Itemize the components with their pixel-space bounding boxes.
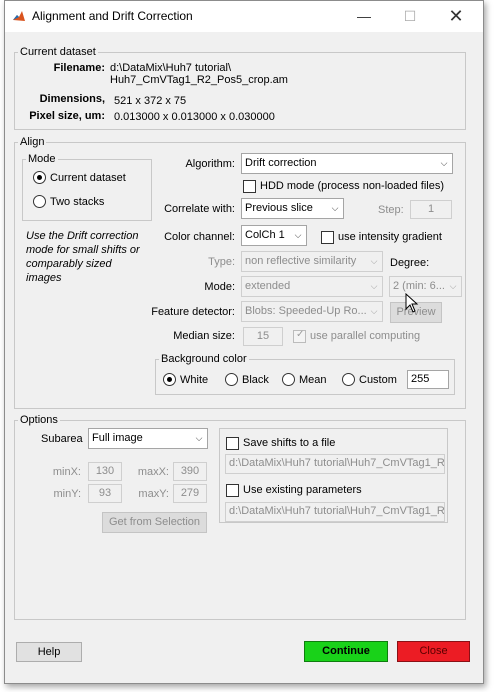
chevron-down-icon: ⌵	[370, 306, 378, 316]
options-heading: Options	[18, 414, 60, 426]
bg-custom-label: Custom	[359, 374, 397, 386]
correlate-value: Previous slice	[245, 202, 313, 214]
maxy-label: maxY:	[138, 488, 169, 500]
filename-label: Filename:	[53, 62, 105, 74]
miny-input[interactable]: 93	[88, 484, 122, 503]
chevron-down-icon: ⌵	[294, 230, 302, 240]
dimensions-value: 521 x 372 x 75	[114, 95, 187, 107]
hint-line-3: comparably sized	[26, 258, 112, 270]
dimensions-label: Dimensions,	[39, 93, 105, 105]
chevron-down-icon: ⌵	[449, 281, 457, 291]
step-input[interactable]: 1	[410, 200, 452, 219]
bg-mean-label: Mean	[299, 374, 327, 386]
feature-detector-value: Blobs: Speeded-Up Ro...	[245, 305, 367, 317]
hint-line-1: Use the Drift correction	[26, 230, 139, 242]
bg-white-label: White	[180, 374, 209, 386]
mode-two-stacks-radio[interactable]	[33, 195, 46, 208]
intensity-gradient-checkbox[interactable]	[321, 231, 334, 244]
feature-detector-dropdown[interactable]: Blobs: Speeded-Up Ro... ⌵	[241, 301, 383, 322]
hint-line-2: mode for small shifts or	[26, 244, 140, 256]
type-value: non reflective similarity	[245, 255, 357, 267]
chevron-down-icon: ⌵	[370, 256, 378, 266]
subarea-label: Subarea	[41, 433, 83, 445]
background-color-heading: Background color	[159, 353, 249, 365]
pixel-size-value: 0.013000 x 0.013000 x 0.030000	[114, 111, 275, 123]
maximize-button[interactable]: ☐	[387, 1, 433, 32]
subarea-value: Full image	[92, 432, 143, 444]
parallel-computing-label: use parallel computing	[310, 330, 421, 342]
maxx-input[interactable]: 390	[173, 462, 207, 481]
maxy-input[interactable]: 279	[173, 484, 207, 503]
mode-current-dataset-label: Current dataset	[50, 172, 126, 184]
save-shifts-checkbox[interactable]	[226, 437, 239, 450]
intensity-gradient-label: use intensity gradient	[338, 231, 442, 243]
mode-two-stacks-label: Two stacks	[50, 196, 105, 208]
matlab-icon	[12, 9, 26, 23]
bg-mean-radio[interactable]	[282, 373, 295, 386]
mouse-pointer-icon	[405, 293, 419, 313]
minx-input[interactable]: 130	[88, 462, 122, 481]
current-dataset-heading: Current dataset	[18, 46, 98, 58]
miny-label: minY:	[53, 488, 81, 500]
hdd-mode-checkbox[interactable]	[243, 180, 256, 193]
align-mode-value: extended	[245, 280, 291, 292]
minimize-button[interactable]: —	[341, 1, 387, 32]
feature-detector-label: Feature detector:	[151, 306, 235, 318]
help-button[interactable]: Help	[16, 642, 82, 662]
median-size-input[interactable]: 15	[243, 327, 283, 346]
subarea-dropdown[interactable]: Full image ⌵	[88, 428, 208, 449]
maxx-label: maxX:	[137, 466, 169, 478]
degree-label: Degree:	[390, 257, 430, 269]
window-title: Alignment and Drift Correction	[32, 9, 193, 23]
correlate-dropdown[interactable]: Previous slice ⌵	[241, 198, 344, 219]
bg-black-label: Black	[242, 374, 269, 386]
type-dropdown[interactable]: non reflective similarity ⌵	[241, 251, 383, 272]
degree-dropdown[interactable]: 2 (min: 6... ⌵	[389, 276, 462, 297]
save-shifts-label: Save shifts to a file	[243, 437, 336, 449]
use-existing-checkbox[interactable]	[226, 484, 239, 497]
chevron-down-icon: ⌵	[440, 158, 448, 168]
bg-custom-input[interactable]: 255	[407, 370, 449, 389]
algorithm-dropdown[interactable]: Drift correction ⌵	[241, 153, 453, 174]
median-size-label: Median size:	[173, 330, 235, 342]
align-heading: Align	[18, 136, 47, 148]
chevron-down-icon: ⌵	[195, 433, 203, 443]
type-label: Type:	[208, 256, 235, 268]
dialog-window: Alignment and Drift Correction — ☐ ✕ Cur…	[4, 0, 484, 684]
mode-current-dataset-radio[interactable]	[33, 171, 46, 184]
hint-line-4: images	[26, 272, 62, 284]
close-window-button[interactable]: ✕	[433, 1, 479, 32]
save-shifts-path-input[interactable]: d:\DataMix\Huh7 tutorial\Huh7_CmVTag1_R2…	[225, 454, 445, 474]
title-bar: Alignment and Drift Correction — ☐ ✕	[5, 1, 483, 32]
minx-label: minX:	[52, 466, 81, 478]
align-mode-label: Mode:	[204, 281, 235, 293]
step-label: Step:	[378, 204, 404, 216]
pixel-size-label: Pixel size, um:	[29, 110, 105, 122]
close-button[interactable]: Close	[397, 641, 470, 662]
use-existing-label: Use existing parameters	[243, 484, 362, 496]
continue-button[interactable]: Continue	[304, 641, 388, 662]
parallel-computing-checkbox[interactable]: ✓	[293, 329, 306, 343]
align-mode-dropdown[interactable]: extended ⌵	[241, 276, 383, 297]
get-from-selection-button[interactable]: Get from Selection	[102, 512, 207, 533]
bg-black-radio[interactable]	[225, 373, 238, 386]
color-channel-label: Color channel:	[164, 231, 235, 243]
algorithm-value: Drift correction	[245, 157, 317, 169]
mode-panel	[22, 159, 152, 221]
filename-line-2: Huh7_CmVTag1_R2_Pos5_crop.am	[110, 74, 288, 86]
degree-value: 2 (min: 6...	[393, 280, 445, 292]
color-channel-value: ColCh 1	[245, 229, 285, 241]
correlate-label: Correlate with:	[164, 203, 235, 215]
algorithm-label: Algorithm:	[185, 158, 235, 170]
bg-white-radio[interactable]	[163, 373, 176, 386]
checkmark-icon: ✓	[296, 329, 305, 340]
bg-custom-radio[interactable]	[342, 373, 355, 386]
hdd-mode-label: HDD mode (process non-loaded files)	[260, 180, 445, 192]
chevron-down-icon: ⌵	[370, 281, 378, 291]
color-channel-dropdown[interactable]: ColCh 1 ⌵	[241, 225, 307, 246]
use-existing-path-input[interactable]: d:\DataMix\Huh7 tutorial\Huh7_CmVTag1_R2…	[225, 502, 445, 522]
chevron-down-icon: ⌵	[331, 203, 339, 213]
mode-heading: Mode	[26, 153, 58, 165]
